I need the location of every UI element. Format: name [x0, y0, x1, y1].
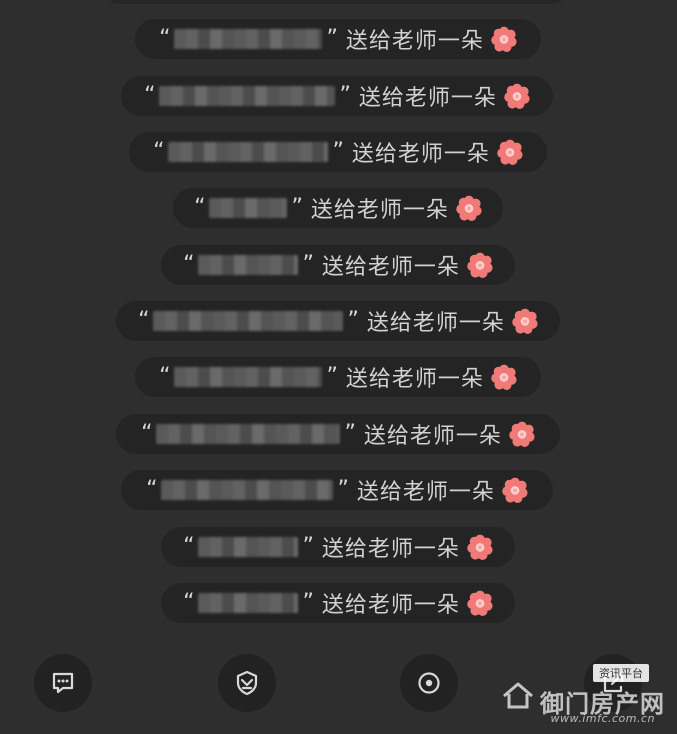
target-button[interactable] [400, 654, 458, 712]
message-text: 送给老师一朵 [321, 255, 460, 280]
flower-icon [467, 252, 493, 278]
blurred-name [168, 142, 329, 162]
list-item: “ ” 送给老师一朵 [135, 357, 541, 397]
bottom-toolbar [0, 640, 677, 734]
message-text: 送给老师一朵 [321, 593, 460, 618]
blurred-name [153, 311, 344, 331]
message-text: 送给老师一朵 [310, 198, 449, 223]
close-quote: ” [326, 364, 338, 389]
close-quote: ” [291, 195, 303, 220]
flower-icon [491, 364, 517, 390]
close-quote: ” [302, 590, 314, 615]
open-quote: “ [183, 252, 195, 277]
blurred-name [209, 198, 288, 218]
flower-icon [456, 195, 482, 221]
blurred-name [198, 255, 299, 275]
flower-icon [512, 308, 538, 334]
list-item: “ ” 送给老师一朵 [161, 527, 515, 567]
open-quote: “ [153, 139, 165, 164]
list-item: “ ” 送给老师一朵 [161, 245, 515, 285]
open-quote: “ [183, 534, 195, 559]
list-item: “ ” 送给老师一朵 [116, 414, 560, 454]
open-quote: “ [138, 308, 150, 333]
list-item: “ ” 送给老师一朵 [121, 76, 553, 116]
blurred-name [174, 367, 323, 387]
blurred-name [159, 86, 336, 106]
close-quote: ” [339, 83, 351, 108]
message-text: 送给老师一朵 [356, 480, 495, 505]
share-icon [603, 672, 624, 693]
message-text: 送给老师一朵 [366, 311, 505, 336]
close-quote: ” [326, 26, 338, 51]
message-text: 送给老师一朵 [351, 142, 490, 167]
comment-icon [52, 672, 74, 694]
blurred-name [174, 29, 323, 49]
open-quote: “ [183, 590, 195, 615]
list-item: “ ” 送给老师一朵 [116, 301, 560, 341]
shield-button[interactable] [218, 654, 276, 712]
blurred-name [198, 537, 299, 557]
close-quote: ” [337, 477, 349, 502]
message-text: 送给老师一朵 [321, 537, 460, 562]
blurred-name [198, 593, 299, 613]
flower-icon [467, 534, 493, 560]
flower-icon [497, 139, 523, 165]
flower-icon [504, 83, 530, 109]
shield-icon [236, 670, 258, 696]
message-text: 送给老师一朵 [363, 424, 502, 449]
comment-button[interactable] [34, 654, 92, 712]
message-text: 送给老师一朵 [345, 367, 484, 392]
open-quote: “ [159, 364, 171, 389]
open-quote: “ [159, 26, 171, 51]
message-text: 送给老师一朵 [345, 29, 484, 54]
list-item: “ ” 送给老师一朵 [135, 19, 541, 59]
flower-icon [509, 421, 535, 447]
list-item: “ ” 送给老师一朵 [121, 470, 553, 510]
blurred-name [161, 480, 334, 500]
message-list: “ ” 送给老师一朵 “ ” 送给老师一朵 “ ” 送给老师一朵 “ ” 送给老… [0, 0, 677, 640]
open-quote: “ [144, 83, 156, 108]
list-item: “ ” 送给老师一朵 [173, 188, 503, 228]
open-quote: “ [141, 421, 153, 446]
message-text: 送给老师一朵 [358, 86, 497, 111]
flower-icon [491, 26, 517, 52]
close-quote: ” [332, 139, 344, 164]
close-quote: ” [344, 421, 356, 446]
share-button[interactable] [584, 654, 642, 712]
blurred-name [156, 424, 341, 444]
close-quote: ” [302, 252, 314, 277]
flower-icon [502, 477, 528, 503]
close-quote: ” [347, 308, 359, 333]
open-quote: “ [194, 195, 206, 220]
close-quote: ” [302, 534, 314, 559]
open-quote: “ [146, 477, 158, 502]
list-item: “ ” 送给老师一朵 [129, 132, 547, 172]
list-item: “ ” 送给老师一朵 [161, 583, 515, 623]
flower-icon [467, 590, 493, 616]
target-icon [418, 672, 440, 694]
